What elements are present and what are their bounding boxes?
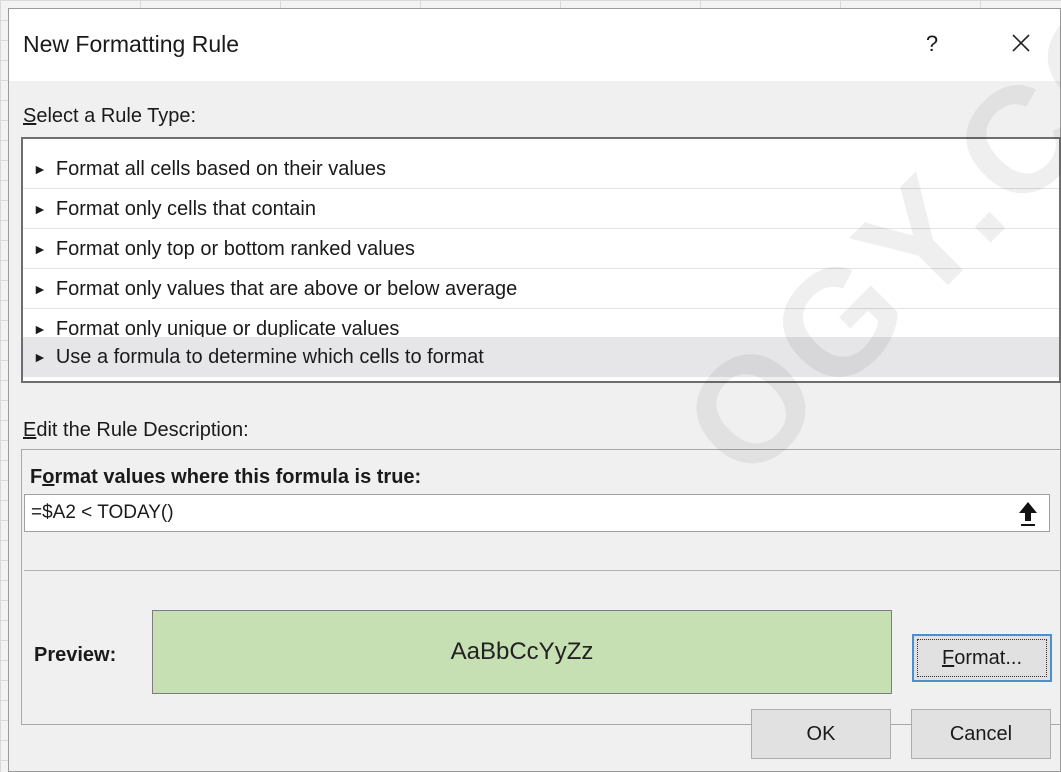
rule-type-item[interactable]: ► Format only cells that contain bbox=[23, 189, 1059, 229]
rule-description-label: Edit the Rule Description: bbox=[23, 419, 249, 442]
rule-type-label-accel: S bbox=[23, 105, 37, 127]
rule-type-label-text: elect a Rule Type: bbox=[36, 105, 197, 127]
formula-heading-accel: o bbox=[42, 466, 55, 488]
preview-label: Preview: bbox=[34, 644, 117, 666]
rule-type-item-label: Format only top or bottom ranked values bbox=[55, 238, 415, 260]
rule-type-item[interactable]: ► Format all cells based on their values bbox=[23, 149, 1059, 189]
rule-description-label-accel: E bbox=[23, 419, 37, 441]
formula-input[interactable] bbox=[24, 494, 1050, 532]
formula-heading-pre: F bbox=[30, 466, 43, 488]
new-formatting-rule-dialog: New Formatting Rule ? Select a Rule Type… bbox=[8, 0, 1061, 772]
arrow-right-icon: ► bbox=[33, 161, 47, 177]
ok-button[interactable]: OK bbox=[751, 709, 891, 759]
rule-type-item-selected[interactable]: ► Use a formula to determine which cells … bbox=[23, 337, 1059, 377]
rule-type-label: Select a Rule Type: bbox=[23, 105, 196, 128]
cancel-button[interactable]: Cancel bbox=[911, 709, 1051, 759]
format-button[interactable]: Format... bbox=[912, 634, 1052, 682]
formula-heading: Format values where this formula is true… bbox=[30, 466, 421, 489]
help-button[interactable]: ? bbox=[917, 27, 947, 61]
rule-type-item[interactable]: ► Format only values that are above or be… bbox=[23, 269, 1059, 309]
collapse-dialog-icon[interactable] bbox=[1013, 498, 1043, 528]
focus-rectangle bbox=[917, 639, 1047, 677]
rule-description-label-text: dit the Rule Description: bbox=[36, 419, 249, 441]
arrow-right-icon: ► bbox=[33, 201, 47, 217]
rule-type-item[interactable]: ► Format only top or bottom ranked values bbox=[23, 229, 1059, 269]
arrow-right-icon: ► bbox=[33, 241, 47, 257]
close-icon[interactable] bbox=[1003, 25, 1039, 61]
arrow-right-icon: ► bbox=[33, 349, 47, 365]
rule-description-panel: Format values where this formula is true… bbox=[21, 449, 1061, 725]
divider bbox=[24, 570, 1061, 571]
rule-type-list[interactable]: ► Format all cells based on their values … bbox=[21, 137, 1061, 383]
dialog-titlebar: New Formatting Rule ? bbox=[9, 9, 1060, 81]
formula-heading-text: rmat values where this formula is true: bbox=[54, 466, 422, 488]
arrow-right-icon: ► bbox=[33, 281, 47, 297]
rule-type-item-label: Format only values that are above or bel… bbox=[55, 278, 518, 300]
rule-type-item-label: Use a formula to determine which cells t… bbox=[55, 346, 484, 368]
preview-sample: AaBbCcYyZz bbox=[152, 610, 892, 694]
rule-type-item-label: Format all cells based on their values bbox=[55, 158, 387, 180]
rule-type-item-label: Format only cells that contain bbox=[55, 198, 316, 220]
dialog-title: New Formatting Rule bbox=[23, 31, 240, 57]
